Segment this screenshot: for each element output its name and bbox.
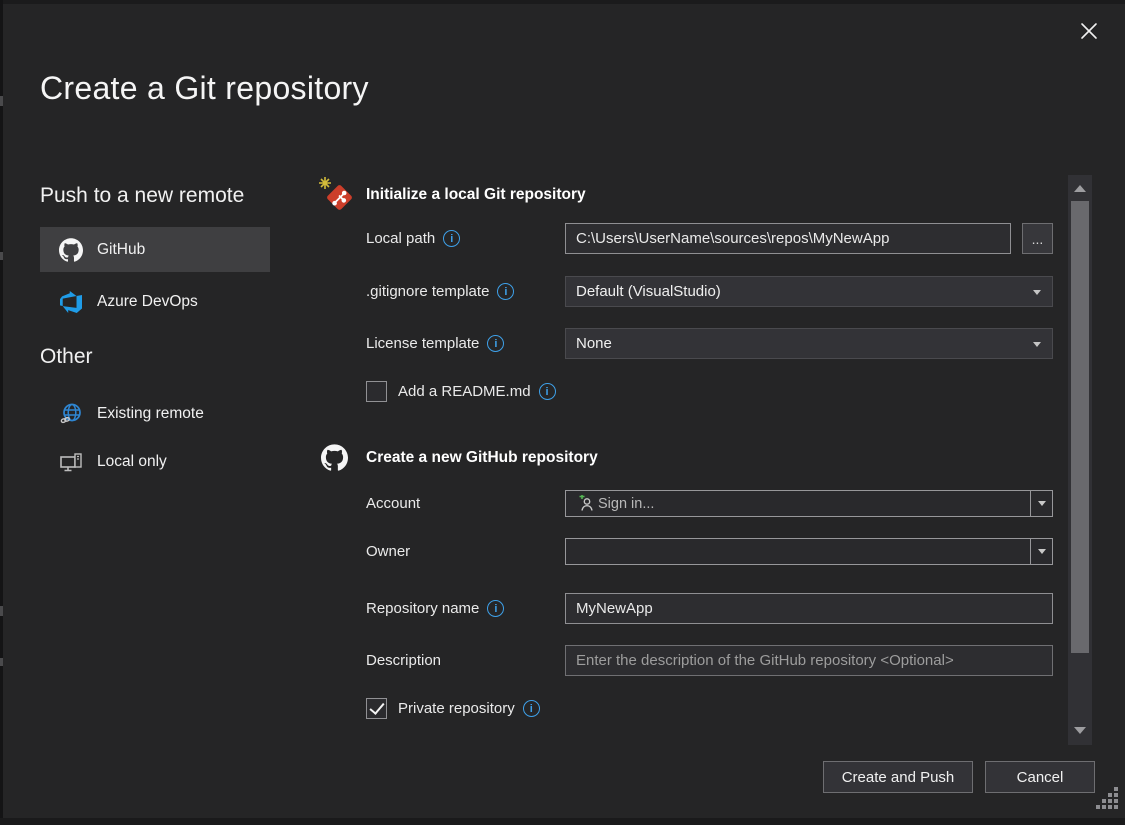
close-icon <box>1079 21 1099 41</box>
gitignore-dropdown[interactable]: Default (VisualStudio) <box>565 276 1053 307</box>
globe-link-icon <box>58 402 84 426</box>
page-title: Create a Git repository <box>40 70 369 107</box>
chevron-down-icon <box>1038 501 1046 506</box>
browse-button[interactable]: ... <box>1022 223 1053 254</box>
owner-dropdown-arrow[interactable] <box>1030 539 1052 564</box>
github-icon <box>58 238 84 262</box>
owner-combobox[interactable] <box>565 538 1053 565</box>
window-bottom-edge <box>0 818 1125 825</box>
add-user-icon <box>574 495 598 513</box>
account-value: Sign in... <box>598 496 654 512</box>
license-dropdown[interactable]: None <box>565 328 1053 359</box>
repository-name-input[interactable] <box>565 593 1053 624</box>
info-icon[interactable] <box>497 283 514 300</box>
repository-name-label: Repository name <box>366 593 504 624</box>
azure-devops-icon <box>58 291 84 313</box>
sidebar-heading-push: Push to a new remote <box>40 184 244 208</box>
gitignore-value: Default (VisualStudio) <box>576 283 721 300</box>
gitignore-label: .gitignore template <box>366 276 514 307</box>
private-repository-label: Private repository <box>398 698 540 719</box>
triangle-down-icon <box>1074 727 1086 734</box>
sidebar-heading-other: Other <box>40 345 93 369</box>
account-label: Account <box>366 490 420 517</box>
info-icon[interactable] <box>487 335 504 352</box>
account-combobox[interactable]: Sign in... <box>565 490 1053 517</box>
git-init-icon <box>318 176 356 216</box>
edge-tick <box>0 658 3 666</box>
edge-tick <box>0 96 3 106</box>
cancel-button[interactable]: Cancel <box>985 761 1095 793</box>
chevron-down-icon <box>1033 342 1041 347</box>
sidebar-item-label: Azure DevOps <box>97 293 198 311</box>
local-path-label: Local path <box>366 223 460 254</box>
scroll-up-button[interactable] <box>1068 179 1092 197</box>
license-value: None <box>576 335 612 352</box>
sidebar-item-label: GitHub <box>97 241 145 259</box>
sidebar-item-existing-remote[interactable]: Existing remote <box>40 397 270 431</box>
scroll-down-button[interactable] <box>1068 721 1092 739</box>
sidebar-item-local-only[interactable]: Local only <box>40 445 270 479</box>
chevron-down-icon <box>1038 549 1046 554</box>
info-icon[interactable] <box>523 700 540 717</box>
sidebar-item-label: Existing remote <box>97 405 204 423</box>
edge-tick <box>0 252 3 260</box>
section-heading-github: Create a new GitHub repository <box>366 449 598 467</box>
readme-checkbox[interactable] <box>366 381 387 402</box>
sidebar-item-github[interactable]: GitHub <box>40 227 270 272</box>
description-input[interactable] <box>565 645 1053 676</box>
sidebar-item-azure-devops[interactable]: Azure DevOps <box>40 282 270 322</box>
info-icon[interactable] <box>539 383 556 400</box>
sidebar-item-label: Local only <box>97 453 167 471</box>
section-heading-local: Initialize a local Git repository <box>366 186 586 204</box>
computer-icon <box>58 450 84 474</box>
resize-grip[interactable] <box>1096 787 1120 811</box>
info-icon[interactable] <box>443 230 460 247</box>
scrollbar-thumb[interactable] <box>1071 201 1089 653</box>
create-and-push-button[interactable]: Create and Push <box>823 761 973 793</box>
vertical-scrollbar[interactable] <box>1068 175 1092 745</box>
triangle-up-icon <box>1074 185 1086 192</box>
description-label: Description <box>366 645 441 676</box>
private-repository-checkbox[interactable] <box>366 698 387 719</box>
window-left-edge <box>0 0 3 825</box>
window-top-edge <box>0 0 1125 4</box>
readme-label: Add a README.md <box>398 381 556 402</box>
github-icon <box>321 444 348 471</box>
license-label: License template <box>366 328 504 359</box>
local-path-input[interactable] <box>565 223 1011 254</box>
account-dropdown-arrow[interactable] <box>1030 491 1052 516</box>
owner-label: Owner <box>366 538 410 565</box>
info-icon[interactable] <box>487 600 504 617</box>
edge-tick <box>0 606 3 616</box>
close-button[interactable] <box>1074 16 1104 46</box>
chevron-down-icon <box>1033 290 1041 295</box>
